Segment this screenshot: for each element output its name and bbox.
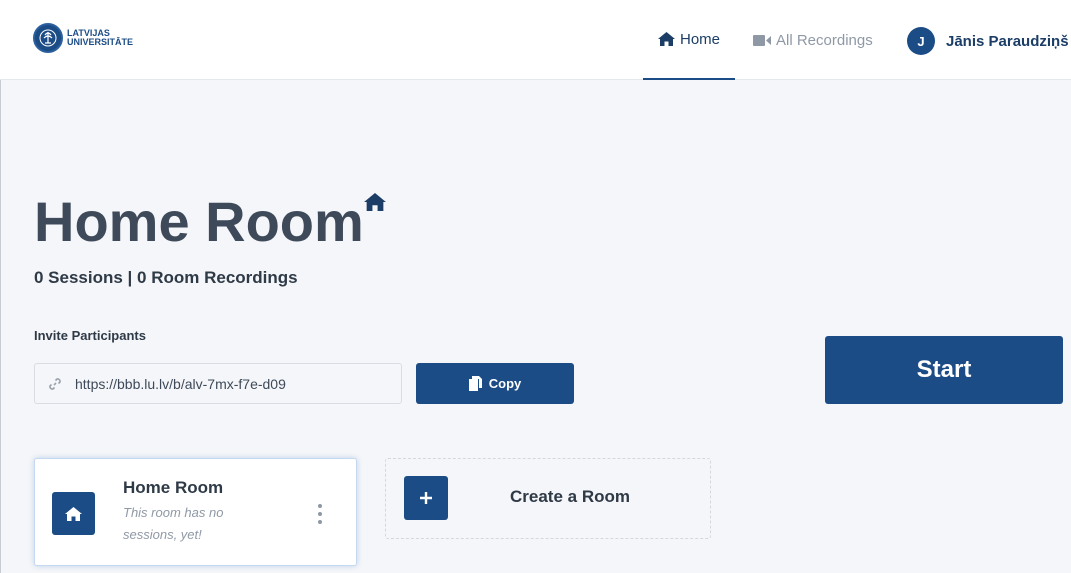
avatar: J [907,27,935,55]
user-name: Jānis Paraudziņš [946,32,1069,50]
invite-participants-label: Invite Participants [34,328,146,343]
room-stats: 0 Sessions | 0 Room Recordings [34,268,298,287]
nav-home-link[interactable]: Home [643,0,735,80]
home-room-icon [364,193,386,216]
logo-text: LATVIJAS UNIVERSITĀTE [67,29,133,47]
link-icon [48,377,62,391]
copy-icon [468,376,482,391]
copy-button[interactable]: Copy [416,363,574,404]
user-menu[interactable]: J Jānis Paraudziņš [907,27,1069,55]
seal-icon [33,23,63,53]
nav-all-recordings-link[interactable]: All Recordings [753,0,873,80]
logo-line-2: UNIVERSITĀTE [67,37,134,47]
room-card-subtitle: This room has no sessions, yet! [123,505,224,542]
video-camera-icon [753,34,771,46]
top-navbar: LATVIJAS UNIVERSITĀTE Home All Recording… [0,0,1071,80]
more-options-icon[interactable] [313,502,327,526]
plus-icon [404,476,448,520]
home-icon [657,32,675,46]
create-room-label: Create a Room [510,487,630,506]
nav-recordings-label: All Recordings [776,31,873,49]
page-title: Home Room [34,190,364,253]
room-card-home-room[interactable]: Home Room This room has no sessions, yet… [34,458,357,566]
left-border [0,0,6,573]
copy-label: Copy [488,376,522,391]
start-button[interactable]: Start [825,336,1063,404]
room-card-name: Home Room [123,478,224,497]
university-logo[interactable]: LATVIJAS UNIVERSITĀTE [33,23,133,53]
create-room-card[interactable]: Create a Room [385,458,711,539]
invite-url-field[interactable] [34,363,402,404]
invite-url-input[interactable] [75,375,375,392]
nav-home-label: Home [679,30,720,48]
home-icon [52,492,95,535]
